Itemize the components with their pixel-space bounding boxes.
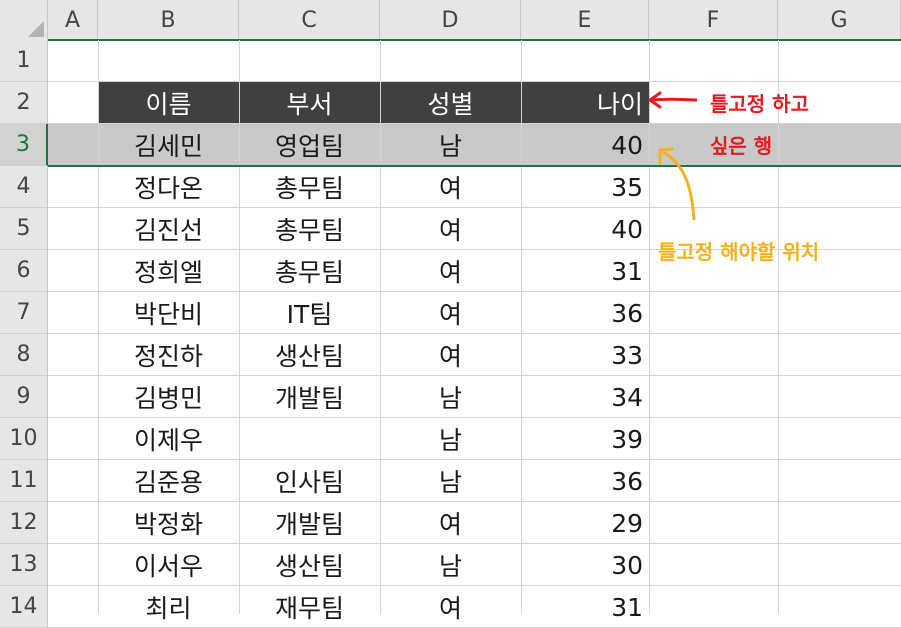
spreadsheet-grid[interactable]: A B C D E F G 1 2 3 4 5 6 7 8 9 10 11 12 13 14 이름 부서 성별 나이 김세민 영업팀…	[0, 0, 901, 628]
data-cell-name[interactable]: 최리	[98, 586, 239, 628]
row-header-5[interactable]: 5	[0, 208, 48, 250]
column-header-d[interactable]: D	[380, 0, 521, 40]
row-header-14[interactable]: 14	[0, 586, 48, 628]
header-cell-name[interactable]: 이름	[98, 82, 239, 124]
data-cell-dept[interactable]	[239, 418, 380, 460]
data-cell-age[interactable]: 31	[521, 586, 649, 628]
row-header-3[interactable]: 3	[0, 124, 48, 166]
column-header-f[interactable]: F	[649, 0, 778, 40]
data-cell-gender[interactable]: 남	[380, 124, 521, 166]
data-cell-name[interactable]: 김세민	[98, 124, 239, 166]
gridline-vertical	[778, 40, 779, 614]
row-header-8[interactable]: 8	[0, 334, 48, 376]
data-cell-gender[interactable]: 여	[380, 292, 521, 334]
data-cell-dept[interactable]: 재무팀	[239, 586, 380, 628]
row-header-9[interactable]: 9	[0, 376, 48, 418]
data-cell-name[interactable]: 정희엘	[98, 250, 239, 292]
data-cell-dept[interactable]: 개발팀	[239, 376, 380, 418]
data-cell-gender[interactable]: 여	[380, 250, 521, 292]
data-cell-gender[interactable]: 여	[380, 166, 521, 208]
data-cell-name[interactable]: 김진선	[98, 208, 239, 250]
data-cell-name[interactable]: 김병민	[98, 376, 239, 418]
row-header-10[interactable]: 10	[0, 418, 48, 460]
data-cell-dept[interactable]: 인사팀	[239, 460, 380, 502]
data-cell-name[interactable]: 이서우	[98, 544, 239, 586]
data-cell-age[interactable]: 33	[521, 334, 649, 376]
data-cell-age[interactable]: 36	[521, 460, 649, 502]
data-cell-dept[interactable]: 총무팀	[239, 250, 380, 292]
data-cell-gender[interactable]: 여	[380, 502, 521, 544]
column-header-b[interactable]: B	[98, 0, 239, 40]
data-cell-gender[interactable]: 여	[380, 586, 521, 628]
data-cell-name[interactable]: 정다온	[98, 166, 239, 208]
data-cell-age[interactable]: 40	[521, 124, 649, 166]
column-header-a[interactable]: A	[48, 0, 98, 40]
column-header-c[interactable]: C	[239, 0, 380, 40]
data-cell-name[interactable]: 정진하	[98, 334, 239, 376]
annotation-red-line2: 싶은 행	[710, 134, 773, 158]
row-header-4[interactable]: 4	[0, 166, 48, 208]
data-cell-gender[interactable]: 남	[380, 376, 521, 418]
row-header-6[interactable]: 6	[0, 250, 48, 292]
row-header-12[interactable]: 12	[0, 502, 48, 544]
data-cell-dept[interactable]: 개발팀	[239, 502, 380, 544]
data-cell-name[interactable]: 이제우	[98, 418, 239, 460]
data-cell-dept[interactable]: 총무팀	[239, 166, 380, 208]
data-cell-age[interactable]: 35	[521, 166, 649, 208]
header-cell-age[interactable]: 나이	[521, 82, 649, 124]
data-cell-age[interactable]: 31	[521, 250, 649, 292]
data-cell-age[interactable]: 29	[521, 502, 649, 544]
annotation-red-line1: 틀고정 하고	[710, 92, 809, 116]
row-header-7[interactable]: 7	[0, 292, 48, 334]
data-cell-gender[interactable]: 여	[380, 334, 521, 376]
data-cell-gender[interactable]: 남	[380, 544, 521, 586]
row-header-13[interactable]: 13	[0, 544, 48, 586]
row-header-2[interactable]: 2	[0, 82, 48, 124]
data-cell-age[interactable]: 34	[521, 376, 649, 418]
data-cell-age[interactable]: 40	[521, 208, 649, 250]
data-cell-name[interactable]: 박정화	[98, 502, 239, 544]
column-header-bottom-border	[48, 39, 901, 41]
gridline-vertical	[649, 40, 650, 614]
freeze-pane-line	[48, 165, 901, 167]
data-cell-age[interactable]: 39	[521, 418, 649, 460]
data-cell-gender[interactable]: 남	[380, 418, 521, 460]
row-header-11[interactable]: 11	[0, 460, 48, 502]
data-cell-dept[interactable]: 영업팀	[239, 124, 380, 166]
data-cell-dept[interactable]: IT팀	[239, 292, 380, 334]
data-cell-name[interactable]: 김준용	[98, 460, 239, 502]
select-all-triangle-icon	[28, 21, 44, 37]
data-cell-age[interactable]: 36	[521, 292, 649, 334]
data-cell-dept[interactable]: 생산팀	[239, 544, 380, 586]
data-cell-name[interactable]: 박단비	[98, 292, 239, 334]
column-header-g[interactable]: G	[778, 0, 901, 40]
data-cell-gender[interactable]: 남	[380, 460, 521, 502]
annotation-yellow: 틀고정 해야할 위치	[658, 240, 820, 264]
column-header-e[interactable]: E	[521, 0, 649, 40]
select-all-corner[interactable]	[0, 0, 48, 40]
header-cell-gender[interactable]: 성별	[380, 82, 521, 124]
data-cell-age[interactable]: 30	[521, 544, 649, 586]
data-cell-dept[interactable]: 총무팀	[239, 208, 380, 250]
data-cell-dept[interactable]: 생산팀	[239, 334, 380, 376]
header-cell-dept[interactable]: 부서	[239, 82, 380, 124]
row-header-1[interactable]: 1	[0, 40, 48, 82]
data-cell-gender[interactable]: 여	[380, 208, 521, 250]
